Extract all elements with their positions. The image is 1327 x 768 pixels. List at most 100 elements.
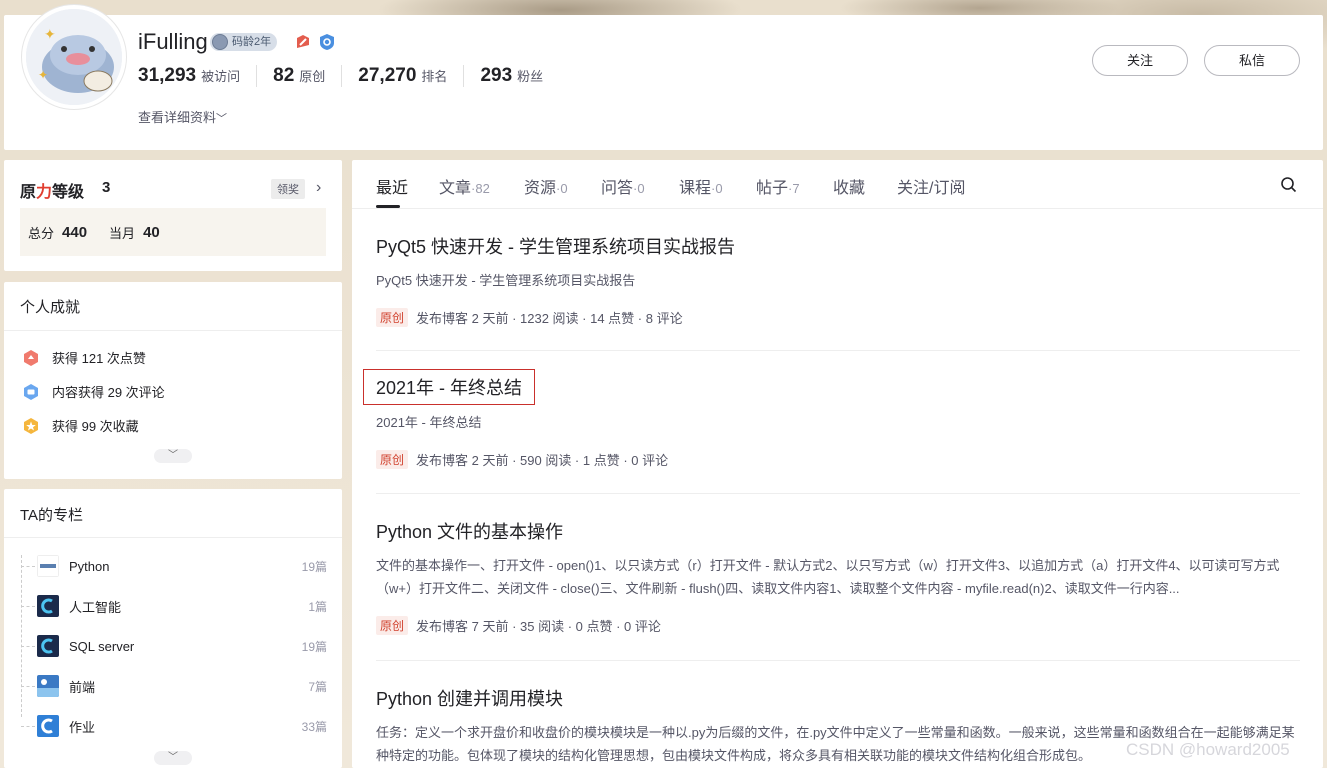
homework-thumb-icon — [37, 715, 59, 737]
comment-badge-icon — [24, 383, 38, 400]
stat-label: 原创 — [299, 69, 326, 84]
article-title[interactable]: 2021年 - 年终总结 — [363, 369, 536, 405]
stat-number: 293 — [480, 65, 513, 86]
award-button[interactable]: 领奖 — [271, 179, 305, 199]
tab-favorites[interactable]: 收藏 — [833, 174, 865, 198]
like-badge-icon — [24, 349, 38, 366]
level-title-part: 等级 — [52, 184, 85, 201]
tab-articles[interactable]: 文章·82 — [439, 174, 490, 198]
column-count: 19篇 — [301, 559, 327, 574]
chevron-right-icon[interactable]: › — [316, 179, 321, 197]
column-count: 19篇 — [301, 639, 327, 654]
tab-label: 关注/订阅 — [897, 180, 966, 197]
achievements-title: 个人成就 — [20, 299, 81, 316]
column-name: 前端 — [69, 679, 96, 695]
code-age-badge[interactable]: 码龄2年 — [210, 33, 278, 51]
python-thumb-icon — [37, 555, 59, 577]
nickname: iFulling — [138, 29, 208, 54]
article-title[interactable]: PyQt5 快速开发 - 学生管理系统项目实战报告 — [376, 233, 1300, 259]
article-desc[interactable]: PyQt5 快速开发 - 学生管理系统项目实战报告 — [376, 269, 1300, 292]
article-title[interactable]: Python 文件的基本操作 — [376, 518, 1300, 544]
columns-title: TA的专栏 — [20, 507, 84, 524]
achievement-text: 内容获得 29 次评论 — [52, 385, 165, 400]
article-item: 2021年 - 年终总结 2021年 - 年终总结 原创 发布博客 2 天前 ·… — [363, 369, 1300, 469]
tab-label: 资源 — [524, 180, 557, 197]
column-name: Python — [69, 558, 110, 574]
divider — [376, 660, 1300, 661]
tab-bar: 最近 文章·82 资源·0 问答·0 课程·0 帖子·7 收藏 关注/订阅 — [352, 160, 1323, 209]
achievement-text: 获得 99 次收藏 — [52, 419, 139, 434]
active-tab-indicator — [376, 205, 400, 208]
chevron-down-icon: ﹀ — [168, 450, 178, 461]
original-badge: 原创 — [376, 308, 409, 327]
tab-recent[interactable]: 最近 — [376, 174, 408, 198]
tab-following[interactable]: 关注/订阅 — [897, 174, 965, 198]
stat-label: 被访问 — [201, 69, 241, 84]
column-item-sql-server[interactable]: SQL server 19篇 — [21, 631, 327, 661]
achievement-text: 获得 121 次点赞 — [52, 351, 146, 366]
tab-label: 问答 — [601, 180, 634, 197]
chevron-down-icon: ﹀ — [168, 752, 178, 763]
original-badge: 原创 — [376, 450, 409, 469]
level-card: 原力等级 3 领奖 › 总分 440 当月 40 — [4, 160, 342, 271]
tab-label: 文章 — [439, 180, 472, 197]
level-title-accent: 力 — [36, 184, 53, 201]
column-name: SQL server — [69, 638, 135, 654]
sql-thumb-icon — [37, 635, 59, 657]
search-icon[interactable] — [1280, 176, 1298, 194]
tab-label: 收藏 — [833, 180, 866, 197]
profile-header: ✦ ✦ iFulling 码龄2年 31,293 被访问 82 原创 27,27… — [4, 5, 1323, 150]
tab-label: 帖子 — [756, 180, 789, 197]
article-desc[interactable]: 2021年 - 年终总结 — [376, 411, 1300, 434]
avatar[interactable]: ✦ ✦ — [22, 5, 126, 109]
chevron-down-icon: ﹀ — [216, 113, 228, 125]
article-meta: 原创 发布博客 2 天前 · 590 阅读 · 1 点赞 · 0 评论 — [376, 450, 1300, 469]
expand-achievements-button[interactable]: ﹀ — [154, 449, 192, 463]
stat-rank[interactable]: 27,270 排名 — [341, 65, 463, 87]
article-meta: 原创 发布博客 7 天前 · 35 阅读 · 0 点赞 · 0 评论 — [376, 616, 1300, 635]
expand-columns-button[interactable]: ﹀ — [154, 751, 192, 765]
tab-courses[interactable]: 课程·0 — [679, 174, 723, 198]
tab-label: 课程 — [679, 180, 712, 197]
article-desc[interactable]: 文件的基本操作一、打开文件 - open()1、以只读方式（r）打开文件 - 默… — [376, 554, 1300, 600]
tab-count: ·82 — [471, 181, 490, 196]
svg-text:✦: ✦ — [38, 68, 48, 82]
achievements-card: 个人成就 获得 121 次点赞 内容获得 29 次评论 获得 99 次收藏 ﹀ — [4, 282, 342, 479]
column-count: 33篇 — [301, 719, 327, 734]
article-meta-text: 发布博客 2 天前 · 590 阅读 · 1 点赞 · 0 评论 — [416, 453, 669, 468]
message-button[interactable]: 私信 — [1204, 45, 1300, 76]
tab-count: ·0 — [711, 181, 723, 196]
profile-stats: 31,293 被访问 82 原创 27,270 排名 293 粉丝 — [138, 65, 559, 87]
column-item-homework[interactable]: 作业 33篇 — [21, 711, 327, 741]
tab-resources[interactable]: 资源·0 — [524, 174, 568, 198]
svg-text:✦: ✦ — [44, 26, 56, 42]
tab-count: ·0 — [556, 181, 568, 196]
verified-icon[interactable] — [318, 33, 336, 51]
divider — [4, 537, 342, 538]
column-count: 7篇 — [308, 679, 327, 694]
article-title[interactable]: Python 创建并调用模块 — [376, 685, 1300, 711]
blog-expert-icon[interactable] — [294, 33, 312, 51]
stat-original[interactable]: 82 原创 — [256, 65, 341, 87]
code-age-icon — [212, 34, 228, 50]
column-item-ai[interactable]: 人工智能 1篇 — [21, 591, 327, 621]
level-value: 3 — [102, 179, 111, 196]
article-meta-text: 发布博客 2 天前 · 1232 阅读 · 14 点赞 · 8 评论 — [416, 311, 683, 326]
tab-qa[interactable]: 问答·0 — [601, 174, 645, 198]
stat-fans[interactable]: 293 粉丝 — [463, 65, 559, 87]
article-meta: 原创 发布博客 2 天前 · 1232 阅读 · 14 点赞 · 8 评论 — [376, 308, 1300, 327]
tab-count: ·0 — [633, 181, 645, 196]
total-value: 440 — [62, 223, 88, 241]
column-item-frontend[interactable]: 前端 7篇 — [21, 671, 327, 701]
frontend-thumb-icon — [37, 675, 59, 697]
avatar-image: ✦ ✦ — [26, 9, 122, 105]
view-details-link[interactable]: 查看详细资料﹀ — [138, 107, 227, 126]
stat-visits[interactable]: 31,293 被访问 — [138, 65, 256, 87]
column-item-python[interactable]: Python 19篇 — [21, 551, 327, 581]
tab-posts[interactable]: 帖子·7 — [756, 174, 800, 198]
article-meta-text: 发布博客 7 天前 · 35 阅读 · 0 点赞 · 0 评论 — [416, 619, 661, 634]
stat-number: 31,293 — [138, 65, 197, 86]
article-item: Python 文件的基本操作 文件的基本操作一、打开文件 - open()1、以… — [376, 518, 1300, 635]
follow-button[interactable]: 关注 — [1092, 45, 1188, 76]
star-badge-icon — [24, 417, 38, 434]
